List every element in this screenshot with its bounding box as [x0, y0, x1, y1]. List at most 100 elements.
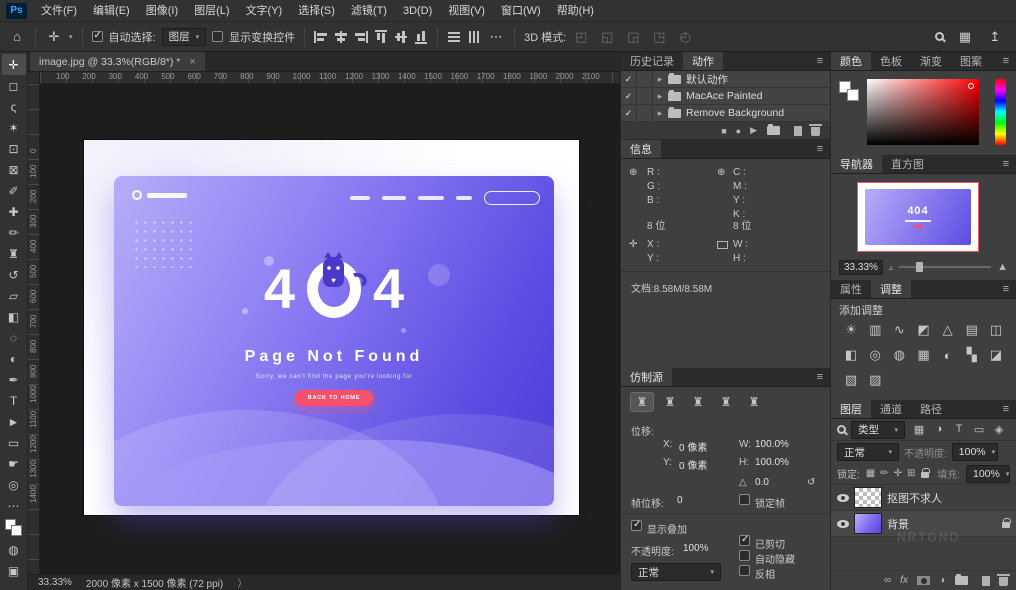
quick-mask-icon[interactable]: ◍	[2, 539, 26, 560]
fill-dropdown[interactable]: 100%▾	[966, 465, 1010, 483]
photoshop-logo-icon[interactable]: Ps	[6, 3, 27, 19]
layer-filter-icon[interactable]: ◑	[932, 423, 946, 436]
current-tool-icon[interactable]: ✛	[45, 29, 63, 45]
clone-source-slot[interactable]: ♜	[659, 393, 681, 411]
panel-tab[interactable]: 直方图	[882, 155, 933, 173]
background-color-swatch[interactable]	[11, 525, 22, 536]
layer-row[interactable]: 抠图不求人	[831, 485, 1016, 511]
menu-item[interactable]: 文件(F)	[33, 0, 85, 22]
show-transform-checkbox[interactable]	[212, 31, 223, 42]
visibility-eye-icon[interactable]	[837, 494, 849, 502]
lock-option-icon[interactable]: ▦	[866, 468, 875, 479]
zoom-slider[interactable]	[899, 266, 991, 268]
tool-button[interactable]: ✐	[2, 180, 26, 201]
lock-option-icon[interactable]: ✛	[894, 468, 902, 479]
panel-tab[interactable]: 渐变	[911, 52, 951, 70]
adjustment-icon[interactable]: ◪	[984, 345, 1008, 365]
h-value[interactable]: 100.0%	[755, 457, 789, 468]
hue-slider[interactable]	[995, 79, 1006, 145]
saturation-brightness-picker[interactable]	[867, 79, 979, 145]
zoom-slider-thumb[interactable]	[916, 262, 923, 272]
tool-button[interactable]: ◻	[2, 75, 26, 96]
menu-item[interactable]: 帮助(H)	[549, 0, 602, 22]
tool-button[interactable]: ▱	[2, 285, 26, 306]
layer-filter-type-dropdown[interactable]: 类型▾	[851, 421, 905, 439]
new-set-icon[interactable]	[767, 126, 780, 135]
layer-search-icon[interactable]	[837, 425, 846, 434]
action-dialog-toggle[interactable]	[637, 105, 653, 121]
tool-button[interactable]: ▭	[2, 432, 26, 453]
adjustment-icon[interactable]: ▥	[863, 320, 887, 340]
panel-tab[interactable]: 信息	[621, 140, 661, 158]
zoom-level[interactable]: 33.33%	[38, 577, 72, 588]
adjustment-layer-icon[interactable]: ◑	[939, 575, 945, 586]
panel-tab[interactable]: 动作	[683, 52, 723, 70]
record-icon[interactable]: ●	[736, 126, 741, 136]
panel-tab[interactable]: 路径	[911, 400, 951, 418]
clone-source-slot[interactable]: ♜	[687, 393, 709, 411]
panel-tab[interactable]: 属性	[831, 280, 871, 298]
tool-button[interactable]: ◐	[2, 348, 26, 369]
menu-item[interactable]: 选择(S)	[290, 0, 343, 22]
clone-blend-mode-dropdown[interactable]: 正常▾	[631, 563, 721, 581]
tool-button[interactable]: ✶	[2, 117, 26, 138]
angle-value[interactable]: 0.0	[755, 477, 769, 488]
tool-button[interactable]: ✚	[2, 201, 26, 222]
close-icon[interactable]: ×	[189, 56, 195, 68]
layer-thumbnail-transparent[interactable]	[855, 488, 881, 507]
tool-button[interactable]: ✛	[2, 54, 26, 75]
panel-tab[interactable]: 导航器	[831, 155, 882, 173]
action-enabled-check-icon[interactable]: ✓	[621, 88, 637, 104]
foreground-background-swatches[interactable]	[839, 81, 859, 101]
clone-source-slot[interactable]: ♜	[631, 393, 653, 411]
align-left-icon[interactable]	[314, 31, 328, 43]
layer-filter-icon[interactable]: T	[952, 423, 966, 436]
visibility-eye-icon[interactable]	[837, 520, 849, 528]
share-icon[interactable]: ↥	[986, 29, 1004, 45]
show-overlay-checkbox[interactable]	[631, 520, 642, 531]
tool-button[interactable]: ◧	[2, 306, 26, 327]
expand-chevron-icon[interactable]: ▸	[653, 91, 667, 102]
tool-button[interactable]: ⊠	[2, 159, 26, 180]
panel-tab[interactable]: 图层	[831, 400, 871, 418]
action-item[interactable]: ✓ ▸ MacAce Painted	[621, 88, 830, 105]
auto-hide-checkbox[interactable]	[739, 550, 750, 561]
invert-checkbox[interactable]	[739, 565, 750, 576]
opacity-dropdown[interactable]: 100%▾	[952, 443, 998, 461]
tool-button[interactable]: ◎	[2, 474, 26, 495]
adjustment-icon[interactable]: ◍	[887, 345, 911, 365]
menu-item[interactable]: 3D(D)	[395, 0, 440, 22]
panel-tab[interactable]: 图案	[951, 52, 991, 70]
panel-tab[interactable]: 仿制源	[621, 368, 672, 386]
panel-menu-icon[interactable]: ≡	[996, 400, 1016, 418]
menu-item[interactable]: 滤镜(T)	[343, 0, 395, 22]
action-dialog-toggle[interactable]	[637, 71, 653, 87]
document-tab[interactable]: image.jpg @ 33.3%(RGB/8*) * ×	[30, 52, 205, 71]
lock-all-icon[interactable]	[921, 472, 929, 478]
new-group-icon[interactable]	[955, 576, 968, 585]
tool-button[interactable]: ✏	[2, 222, 26, 243]
clipped-checkbox[interactable]	[739, 535, 750, 546]
panel-tab[interactable]: 颜色	[831, 52, 871, 70]
workspace-icon[interactable]: ▦	[956, 29, 974, 45]
panel-tab[interactable]: 调整	[871, 280, 911, 298]
adjustment-icon[interactable]: ◧	[839, 345, 863, 365]
layer-effects-icon[interactable]: fx	[900, 575, 908, 586]
tool-button[interactable]: ↺	[2, 264, 26, 285]
panel-menu-icon[interactable]: ≡	[810, 368, 830, 386]
search-icon[interactable]	[935, 32, 944, 41]
w-value[interactable]: 100.0%	[755, 439, 789, 450]
action-enabled-check-icon[interactable]: ✓	[621, 105, 637, 121]
expand-chevron-icon[interactable]: ▸	[653, 74, 667, 85]
tool-button[interactable]: ◌	[2, 327, 26, 348]
layer-filter-icon[interactable]: ▦	[912, 423, 926, 436]
delete-layer-icon[interactable]	[999, 577, 1008, 586]
distribute-vertical-icon[interactable]	[468, 30, 480, 44]
edit-toolbar-icon[interactable]: ⋯	[2, 495, 26, 516]
navigator-preview[interactable]: 404	[857, 182, 979, 252]
panel-menu-icon[interactable]: ≡	[810, 140, 830, 158]
home-icon[interactable]: ⌂	[8, 29, 26, 44]
background-color-swatch[interactable]	[847, 89, 859, 101]
new-layer-icon[interactable]	[982, 576, 990, 586]
lock-frame-checkbox[interactable]	[739, 494, 750, 505]
